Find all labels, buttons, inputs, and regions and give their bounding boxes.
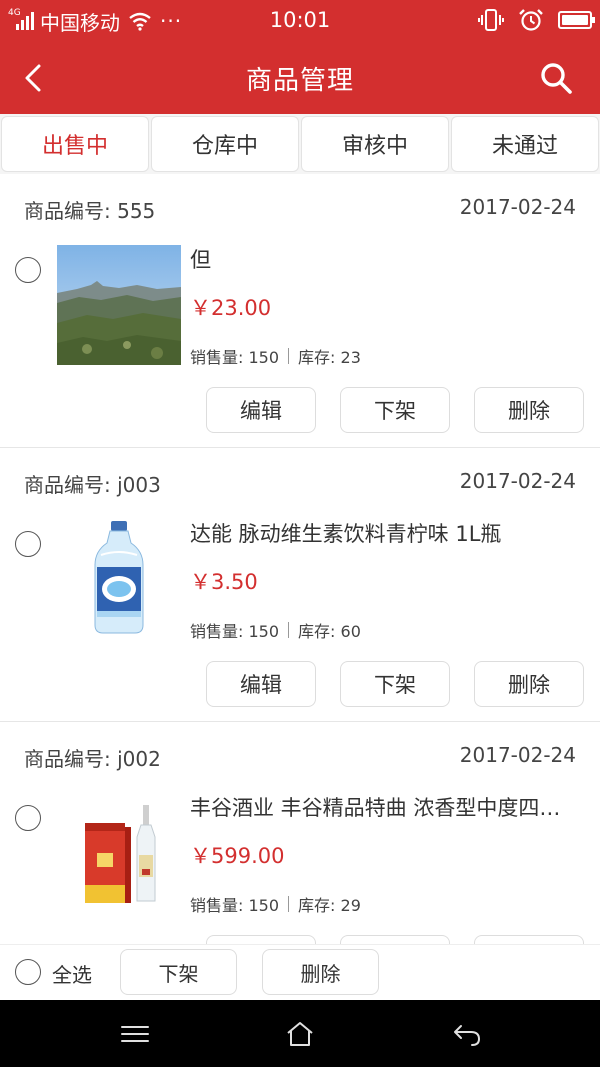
- take-down-button[interactable]: 下架: [340, 661, 450, 707]
- vibrate-icon: [478, 9, 504, 31]
- product-image-landscape[interactable]: [57, 245, 181, 365]
- tab-rejected[interactable]: 未通过: [451, 116, 599, 172]
- select-all-radio[interactable]: [15, 959, 41, 985]
- bulk-take-down-button[interactable]: 下架: [120, 949, 237, 995]
- stock-count: 库存: 29: [298, 896, 361, 915]
- product-name: 丰谷酒业 丰谷精品特曲 浓香型中度四…: [190, 796, 561, 820]
- status-tabs: 出售中 仓库中 审核中 未通过: [0, 114, 600, 174]
- sales-count: 销售量: 150: [190, 622, 280, 641]
- landscape-photo: [57, 245, 181, 365]
- delete-button[interactable]: 删除: [474, 661, 584, 707]
- edit-button[interactable]: 编辑: [206, 387, 316, 433]
- sales-count: 销售量: 150: [190, 896, 280, 915]
- status-bar: 4G 中国移动 ··· 10:01: [0, 0, 600, 42]
- product-date: 2017-02-24: [459, 195, 576, 219]
- meta-divider: [288, 896, 290, 912]
- product-card: 商品编号: j002 2017-02-24 丰谷酒业 丰谷精品特曲 浓香型中度四…: [0, 722, 600, 944]
- take-down-button[interactable]: 下架: [340, 387, 450, 433]
- product-meta: 销售量: 150 库存: 29: [190, 892, 361, 916]
- product-price: ￥3.50: [190, 570, 258, 594]
- edit-button[interactable]: 编辑: [206, 935, 316, 944]
- product-date: 2017-02-24: [459, 469, 576, 493]
- product-list: 商品编号: 555 2017-02-24 但 ￥23.00 销售量: 150 库…: [0, 174, 600, 944]
- edit-button[interactable]: 编辑: [206, 661, 316, 707]
- status-right: [478, 8, 595, 32]
- product-select-radio[interactable]: [15, 805, 41, 831]
- product-image-water-bottle[interactable]: [57, 519, 181, 639]
- product-name: 达能 脉动维生素饮料青柠味 1L瓶: [190, 522, 502, 546]
- page-title: 商品管理: [245, 66, 354, 96]
- search-icon[interactable]: [538, 60, 574, 96]
- nav-bar: 商品管理: [0, 42, 600, 114]
- meta-divider: [288, 622, 290, 638]
- product-image-liquor[interactable]: [57, 793, 181, 913]
- product-select-radio[interactable]: [15, 531, 41, 557]
- delete-button[interactable]: 删除: [474, 935, 584, 944]
- back-icon[interactable]: [452, 1020, 482, 1048]
- product-code: 商品编号: 555: [24, 199, 156, 223]
- product-name: 但: [190, 248, 211, 272]
- alarm-icon: [519, 9, 543, 31]
- product-date: 2017-02-24: [459, 743, 576, 767]
- select-all-label[interactable]: 全选: [52, 959, 92, 988]
- bulk-action-bar: 全选 下架 删除: [0, 944, 600, 1000]
- meta-divider: [288, 348, 290, 364]
- water-bottle-image: [57, 519, 181, 639]
- sales-count: 销售量: 150: [190, 348, 280, 367]
- bulk-delete-button[interactable]: 删除: [262, 949, 379, 995]
- product-card: 商品编号: j003 2017-02-24 达能 脉动维生素饮料青柠味 1L瓶 …: [0, 448, 600, 722]
- product-code: 商品编号: j003: [24, 473, 161, 497]
- tab-under-review[interactable]: 审核中: [301, 116, 449, 172]
- product-price: ￥23.00: [190, 296, 272, 320]
- battery-icon: [558, 11, 595, 29]
- home-icon[interactable]: [285, 1020, 315, 1048]
- system-nav-bar: [0, 1000, 600, 1067]
- stock-count: 库存: 23: [298, 348, 361, 367]
- stock-count: 库存: 60: [298, 622, 361, 641]
- take-down-button[interactable]: 下架: [340, 935, 450, 944]
- delete-button[interactable]: 删除: [474, 387, 584, 433]
- tab-on-sale[interactable]: 出售中: [1, 116, 149, 172]
- tab-warehouse[interactable]: 仓库中: [151, 116, 299, 172]
- menu-icon[interactable]: [120, 1020, 150, 1048]
- product-meta: 销售量: 150 库存: 60: [190, 618, 361, 642]
- product-card: 商品编号: 555 2017-02-24 但 ￥23.00 销售量: 150 库…: [0, 174, 600, 448]
- liquor-box-image: [57, 793, 181, 913]
- product-code: 商品编号: j002: [24, 747, 161, 771]
- product-select-radio[interactable]: [15, 257, 41, 283]
- product-price: ￥599.00: [190, 844, 285, 868]
- product-meta: 销售量: 150 库存: 23: [190, 344, 361, 368]
